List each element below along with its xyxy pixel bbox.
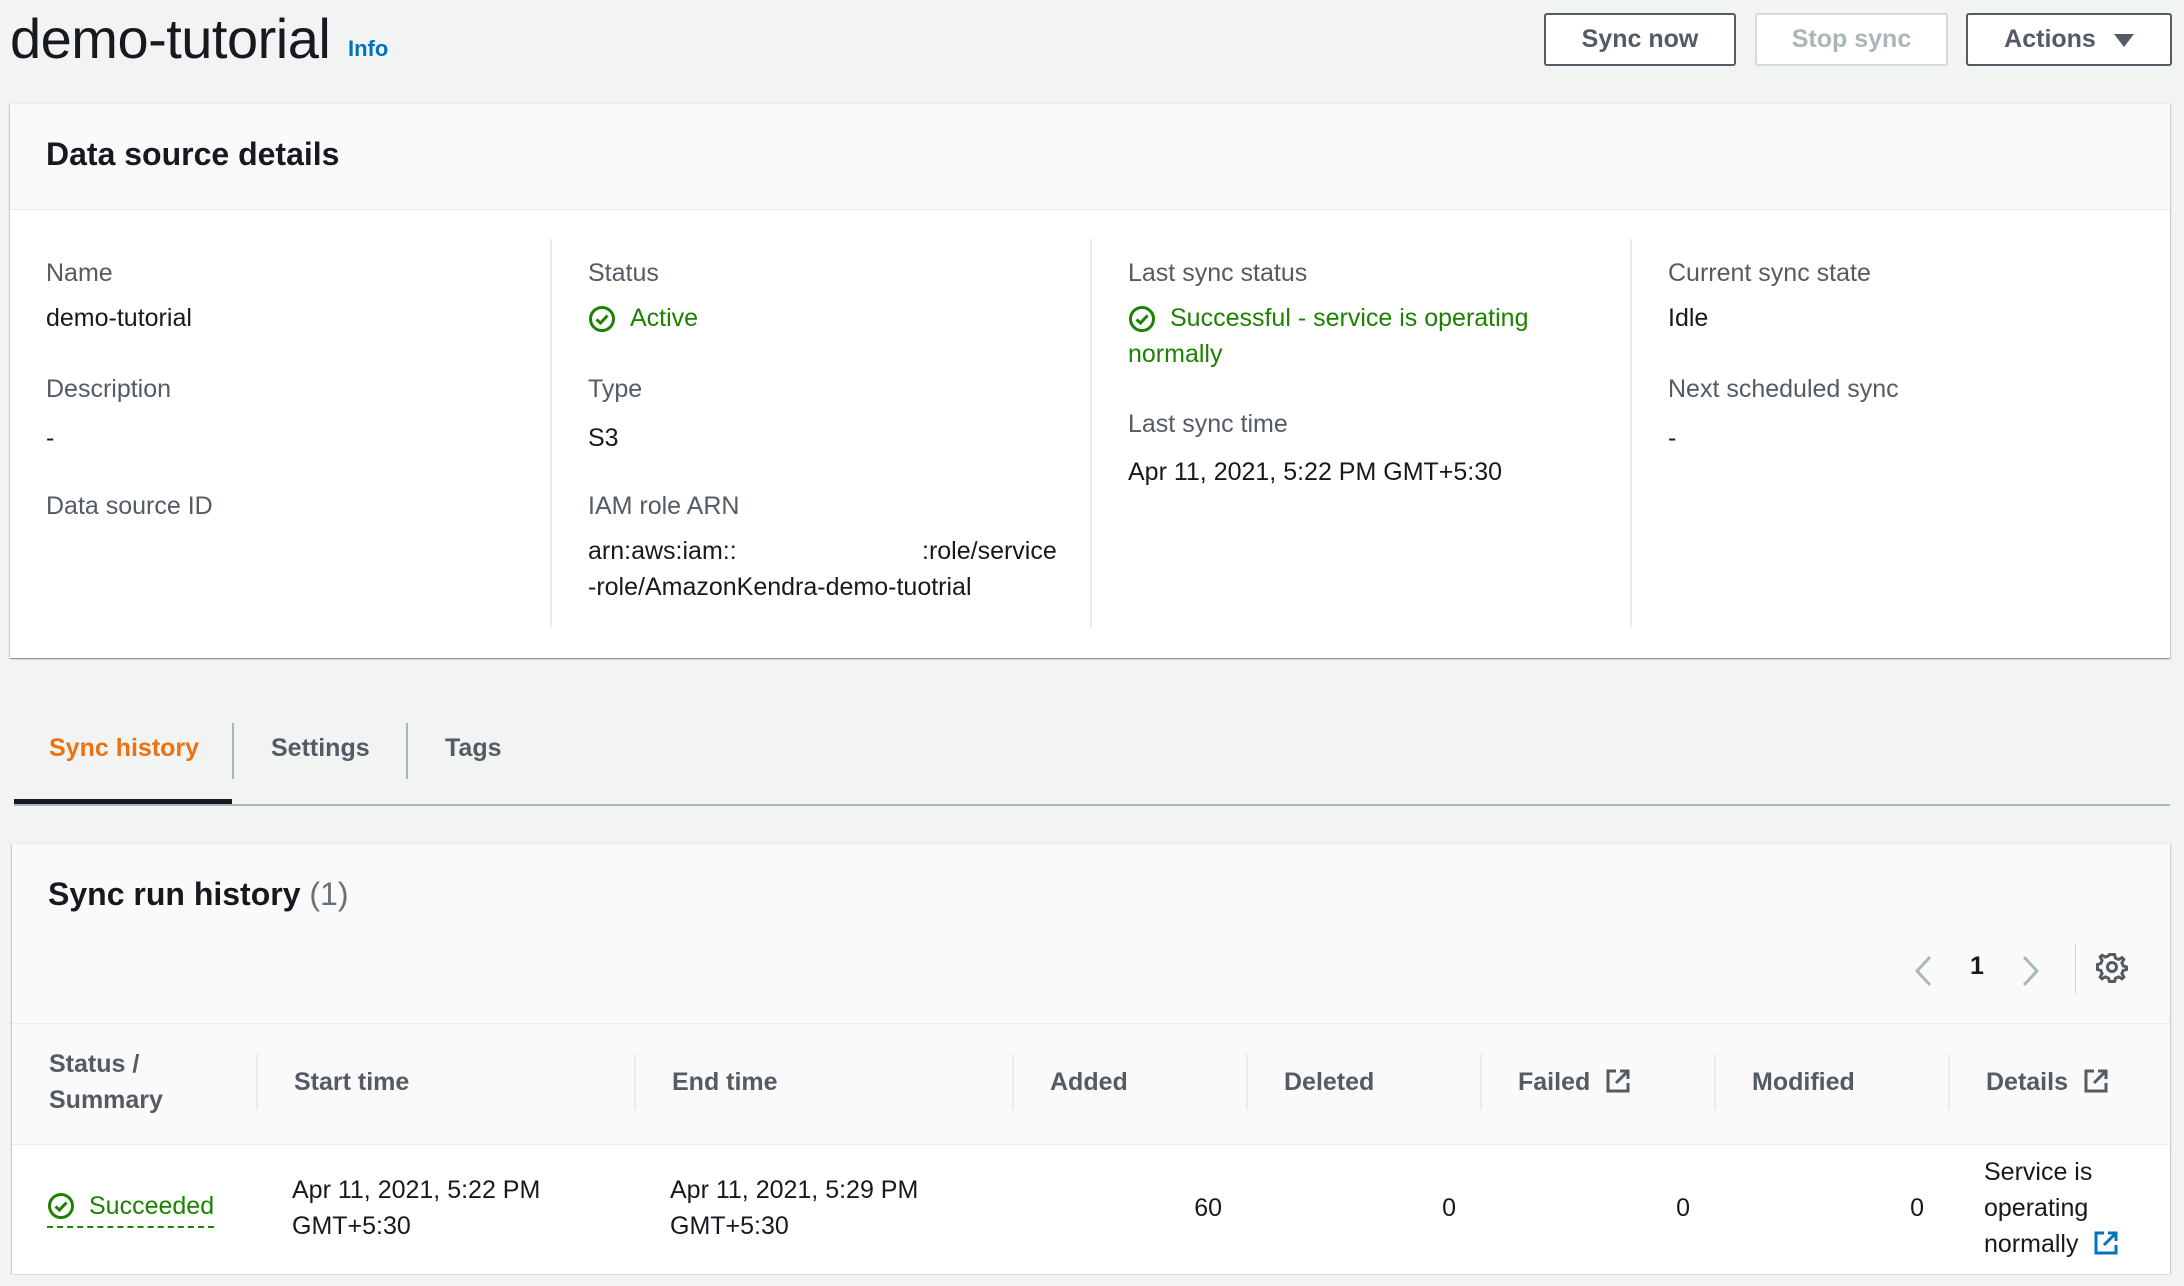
- status-text: Active: [630, 304, 699, 332]
- check-circle-icon: [48, 1193, 74, 1219]
- column-header-status-line1: Status /: [49, 1050, 140, 1078]
- iam-role-label: IAM role ARN: [588, 492, 740, 520]
- iam-role-value: arn:aws:iam:: :role/service -role/Amazon…: [588, 533, 1108, 605]
- column-divider: [256, 1054, 258, 1110]
- column-header-end-time[interactable]: End time: [672, 1064, 778, 1100]
- data-source-id-label: Data source ID: [46, 492, 213, 520]
- column-header-details[interactable]: Details: [1986, 1064, 2109, 1100]
- iam-role-arn-prefix: arn:aws:iam::: [588, 537, 737, 565]
- column-header-modified[interactable]: Modified: [1752, 1064, 1855, 1100]
- data-source-details-panel: Data source details Name demo-tutorial D…: [10, 103, 2170, 658]
- column-header-failed-label: Failed: [1518, 1068, 1591, 1096]
- next-scheduled-sync-value: -: [1668, 424, 1677, 452]
- details-line1: Service is: [1984, 1158, 2093, 1186]
- name-value: demo-tutorial: [46, 304, 192, 332]
- history-title-text: Sync run history: [48, 876, 301, 912]
- caret-down-icon: [2113, 34, 2134, 47]
- type-label: Type: [588, 375, 643, 403]
- status-value: Active: [588, 300, 698, 336]
- end-time-line1: Apr 11, 2021, 5:29 PM: [670, 1176, 919, 1204]
- iam-role-arn-suffix: :role/service: [922, 537, 1057, 565]
- start-time-line2: GMT+5:30: [292, 1212, 411, 1240]
- column-header-status[interactable]: Status / Summary: [49, 1046, 163, 1118]
- tab-divider: [406, 723, 408, 779]
- check-circle-icon: [1129, 306, 1155, 332]
- column-divider: [1948, 1054, 1950, 1110]
- column-header-status-line2: Summary: [49, 1086, 163, 1114]
- last-sync-status-text-line2: normally: [1128, 340, 1223, 368]
- sync-now-button[interactable]: Sync now: [1544, 13, 1736, 66]
- column-header-details-label: Details: [1986, 1068, 2068, 1096]
- description-label: Description: [46, 375, 172, 403]
- last-sync-status-text: Successful - service is operating: [1170, 304, 1529, 332]
- column-header-deleted[interactable]: Deleted: [1284, 1064, 1374, 1100]
- status-label: Status: [588, 259, 659, 287]
- external-link-icon[interactable]: [2083, 1068, 2109, 1094]
- iam-role-arn-line2: -role/AmazonKendra-demo-tuotrial: [588, 573, 972, 601]
- column-divider: [550, 239, 552, 627]
- gear-icon[interactable]: [2096, 951, 2128, 983]
- sync-run-history-panel: Sync run history (1) 1 Status / Summary …: [12, 843, 2170, 1274]
- history-count: (1): [309, 876, 349, 912]
- column-divider: [1090, 239, 1092, 627]
- external-link-icon[interactable]: [1605, 1068, 1631, 1094]
- history-title: Sync run history (1): [48, 876, 349, 913]
- info-link[interactable]: Info: [348, 36, 388, 62]
- page-title: demo-tutorial: [10, 7, 331, 70]
- status-succeeded-text: Succeeded: [89, 1192, 215, 1220]
- row-added: 60: [1194, 1194, 1222, 1222]
- external-link-icon[interactable]: [2093, 1230, 2119, 1256]
- chevron-right-icon[interactable]: [2018, 954, 2042, 988]
- row-failed: 0: [1676, 1194, 1690, 1222]
- row-start-time: Apr 11, 2021, 5:22 PM GMT+5:30: [292, 1172, 540, 1244]
- status-succeeded[interactable]: Succeeded: [47, 1188, 215, 1228]
- actions-label: Actions: [2004, 25, 2096, 53]
- actions-dropdown-button[interactable]: Actions: [1966, 13, 2172, 66]
- current-page-number[interactable]: 1: [1970, 952, 1984, 981]
- last-sync-status-value: Successful - service is operating: [1128, 300, 1568, 336]
- stop-sync-button[interactable]: Stop sync: [1755, 13, 1948, 66]
- last-sync-time-value: Apr 11, 2021, 5:22 PM GMT+5:30: [1128, 458, 1503, 486]
- type-value: S3: [588, 424, 619, 452]
- panel-heading: Data source details: [46, 136, 340, 172]
- start-time-line1: Apr 11, 2021, 5:22 PM: [292, 1176, 541, 1204]
- last-sync-status-label: Last sync status: [1128, 259, 1308, 287]
- column-divider: [1714, 1054, 1716, 1110]
- row-end-time: Apr 11, 2021, 5:29 PM GMT+5:30: [670, 1172, 918, 1244]
- column-divider: [1480, 1054, 1482, 1110]
- chevron-left-icon[interactable]: [1912, 954, 1936, 988]
- tab-sync-history[interactable]: Sync history: [49, 734, 199, 763]
- current-sync-state-value: Idle: [1668, 304, 1709, 332]
- tab-settings[interactable]: Settings: [271, 734, 370, 763]
- check-circle-icon: [589, 306, 615, 332]
- column-divider: [634, 1054, 636, 1110]
- tab-divider: [232, 723, 234, 779]
- column-divider: [1012, 1054, 1014, 1110]
- tabs-baseline: [14, 804, 2170, 806]
- panel-header: Data source details: [10, 104, 2170, 210]
- name-label: Name: [46, 259, 113, 287]
- last-sync-time-label: Last sync time: [1128, 410, 1288, 438]
- current-sync-state-label: Current sync state: [1668, 259, 1871, 287]
- details-line3: normally: [1984, 1230, 2079, 1258]
- column-divider: [1246, 1054, 1248, 1110]
- pager-divider: [2075, 944, 2076, 994]
- active-tab-indicator: [14, 799, 232, 804]
- next-scheduled-sync-label: Next scheduled sync: [1668, 375, 1899, 403]
- column-header-start-time[interactable]: Start time: [294, 1064, 409, 1100]
- column-header-failed[interactable]: Failed: [1518, 1064, 1631, 1100]
- details-line2: operating: [1984, 1194, 2089, 1222]
- column-header-added[interactable]: Added: [1050, 1064, 1128, 1100]
- column-divider: [1630, 239, 1632, 627]
- tab-tags[interactable]: Tags: [445, 734, 502, 763]
- end-time-line2: GMT+5:30: [670, 1212, 789, 1240]
- row-modified: 0: [1910, 1194, 1924, 1222]
- row-status[interactable]: Succeeded: [47, 1188, 215, 1228]
- description-value: -: [46, 424, 55, 452]
- row-deleted: 0: [1442, 1194, 1456, 1222]
- row-details: Service is operating normally: [1984, 1154, 2119, 1262]
